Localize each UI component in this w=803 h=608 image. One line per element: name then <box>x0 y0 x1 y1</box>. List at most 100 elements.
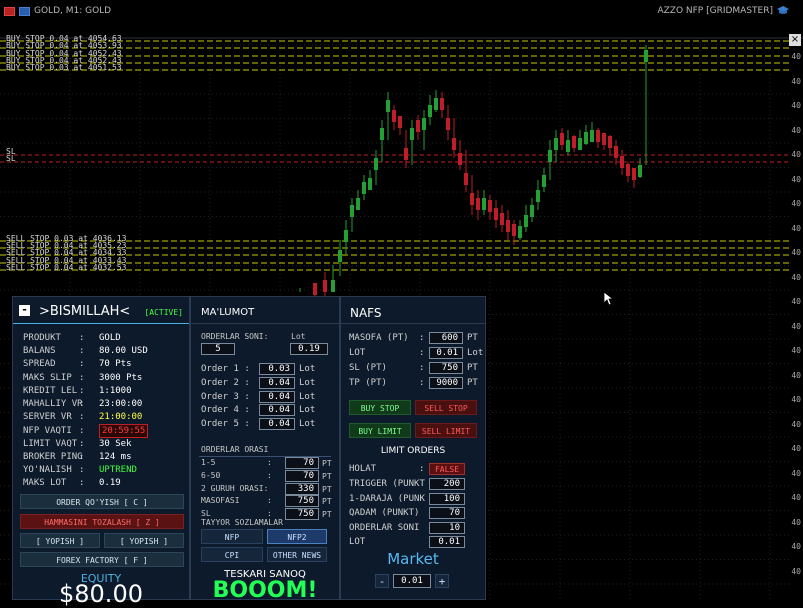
limit-field[interactable]: 70 <box>429 507 465 519</box>
candle-body <box>638 165 642 177</box>
info-row-value: 0.19 <box>99 478 121 489</box>
info-row-label: SPREAD <box>23 359 56 370</box>
candle-body <box>362 182 366 194</box>
info-row-value: 124 ms <box>99 451 132 462</box>
nafs-field[interactable]: 750 <box>429 362 463 374</box>
info-row-label: YO'NALISH <box>23 465 72 475</box>
info-row-value: 70 Pts <box>99 359 132 370</box>
candle-body <box>331 280 335 292</box>
distance-label: 2 GURUH ORASI: <box>201 483 269 493</box>
close-icon[interactable]: × <box>789 34 801 46</box>
close-all-button[interactable]: HAMMASINI TOZALASH [ Z ] <box>20 514 184 529</box>
info-row-label: SERVER VR <box>23 412 72 423</box>
candle-body <box>548 150 552 162</box>
info-row: PRODUKT: GOLD <box>23 332 121 344</box>
distance-field[interactable]: 70 <box>285 469 319 482</box>
order-label: Order 2 : <box>201 377 250 388</box>
order-lot-field[interactable]: 0.04 <box>259 418 295 431</box>
separator: : <box>79 412 85 423</box>
price-axis-label: 40 <box>791 272 801 282</box>
main-panel: - >BISMILLAH< [ACTIVE] PRODUKT: GOLD BALAN… <box>12 296 190 608</box>
info-row-value: GOLD <box>99 333 121 343</box>
info-row-label: MAHALLIY VR <box>23 399 83 409</box>
distance-unit: PT <box>322 471 332 481</box>
distance-field[interactable]: 750 <box>285 508 319 521</box>
candle-body <box>524 215 528 227</box>
price-axis-label: 40 <box>791 346 801 355</box>
distance-unit: PT <box>322 510 332 520</box>
candle-body <box>392 110 396 122</box>
nafs-panel-title: NAFS <box>350 306 382 320</box>
candle-body <box>410 128 414 140</box>
candle-body <box>578 138 582 150</box>
chart-icon[interactable] <box>4 6 15 16</box>
distance-field[interactable]: 70 <box>285 457 319 469</box>
limit-field[interactable]: 100 <box>429 492 465 505</box>
candle-body <box>512 224 516 236</box>
price-axis-label: 40 <box>791 517 801 527</box>
candle-body <box>452 138 456 150</box>
order-lot-field[interactable]: 0.04 <box>259 404 295 417</box>
order-lot-field[interactable]: 0.04 <box>259 376 295 389</box>
forex-factory-button[interactable]: FOREX FACTORY [ F ] <box>20 552 184 567</box>
info-row-value: 3000 Pts <box>99 372 143 383</box>
separator: : <box>267 509 272 519</box>
distance-title: ORDERLAR ORASI <box>201 445 269 454</box>
distance-label: 6-50 <box>201 470 221 480</box>
market-lot-field[interactable]: 0.01 <box>393 574 431 588</box>
order-lot-field[interactable]: 0.04 <box>259 390 295 403</box>
holat-toggle[interactable]: FALSE <box>429 463 465 475</box>
orders-count-field[interactable]: 5 <box>201 343 235 355</box>
preset-nfp-button[interactable]: NFP <box>201 529 263 544</box>
chart-grid-icon[interactable] <box>19 6 30 16</box>
distance-unit: PT <box>322 497 332 507</box>
sell-limit-button[interactable]: SELL LIMIT <box>415 423 477 438</box>
presets-title: TAYYOR SOZLAMALAR <box>201 518 283 527</box>
nafs-field[interactable]: 0.01 <box>429 347 463 359</box>
info-row: LIMIT VAQT: 30 Sek <box>23 438 132 450</box>
preset-other-news-button[interactable]: OTHER NEWS <box>267 547 327 562</box>
limit-field-label: QADAM (PUNKT) <box>349 508 420 518</box>
info-row: YO'NALISH: UPTREND <box>23 464 137 476</box>
close-buy-button[interactable]: [ YOPISH ] <box>20 533 100 548</box>
price-axis-label: 40 <box>791 76 801 86</box>
info-row-label: BROKER PING <box>23 451 83 462</box>
separator: : <box>419 363 425 373</box>
nafs-field[interactable]: 600 <box>429 332 463 344</box>
preset-nfp2-button[interactable]: NFP2 <box>267 529 327 544</box>
candle-body <box>313 283 317 295</box>
lot-decrease-button[interactable]: - <box>375 574 389 588</box>
info-row-value: 23:00:00 <box>99 399 143 409</box>
candle-body <box>554 138 558 150</box>
nafs-field[interactable]: 9000 <box>429 377 463 389</box>
distance-field[interactable]: 330 <box>285 482 319 495</box>
mouse-cursor <box>604 292 614 306</box>
lot-increase-button[interactable]: + <box>435 574 449 588</box>
order-button[interactable]: ORDER QO'YISH [ C ] <box>20 494 184 509</box>
nafs-field-label: MASOFA (PT) <box>349 333 409 343</box>
info-row-value: 30 Sek <box>99 438 132 449</box>
candle-body <box>404 148 408 160</box>
candle-body <box>344 230 348 242</box>
preset-cpi-button[interactable]: CPI <box>201 547 263 562</box>
candle-body <box>458 153 462 165</box>
limit-field[interactable]: 10 <box>429 521 465 534</box>
separator: : <box>79 399 85 409</box>
limit-field[interactable]: 200 <box>429 478 465 490</box>
candle-body <box>488 200 492 212</box>
panel-title: >BISMILLAH< <box>39 304 131 319</box>
price-axis-label: 40 <box>791 125 801 135</box>
limit-field[interactable]: 0.01 <box>429 536 465 548</box>
order-lot-field[interactable]: 0.03 <box>259 363 295 375</box>
minimize-button[interactable]: - <box>19 304 30 316</box>
total-lot-field[interactable]: 0.19 <box>290 343 328 355</box>
price-axis-label: 40 <box>791 493 801 502</box>
distance-field[interactable]: 750 <box>285 495 319 508</box>
buy-stop-button[interactable]: BUY STOP <box>349 400 411 415</box>
sell-stop-button[interactable]: SELL STOP <box>415 400 477 415</box>
close-sell-button[interactable]: [ YOPISH ] <box>104 533 184 548</box>
chart-title-bar: GOLD, M1: GOLD AZZO NFP [GRIDMASTER] <box>0 6 803 22</box>
info-row-label: MAKS LOT <box>23 478 67 489</box>
candle-body <box>608 136 612 148</box>
buy-limit-button[interactable]: BUY LIMIT <box>349 423 411 438</box>
